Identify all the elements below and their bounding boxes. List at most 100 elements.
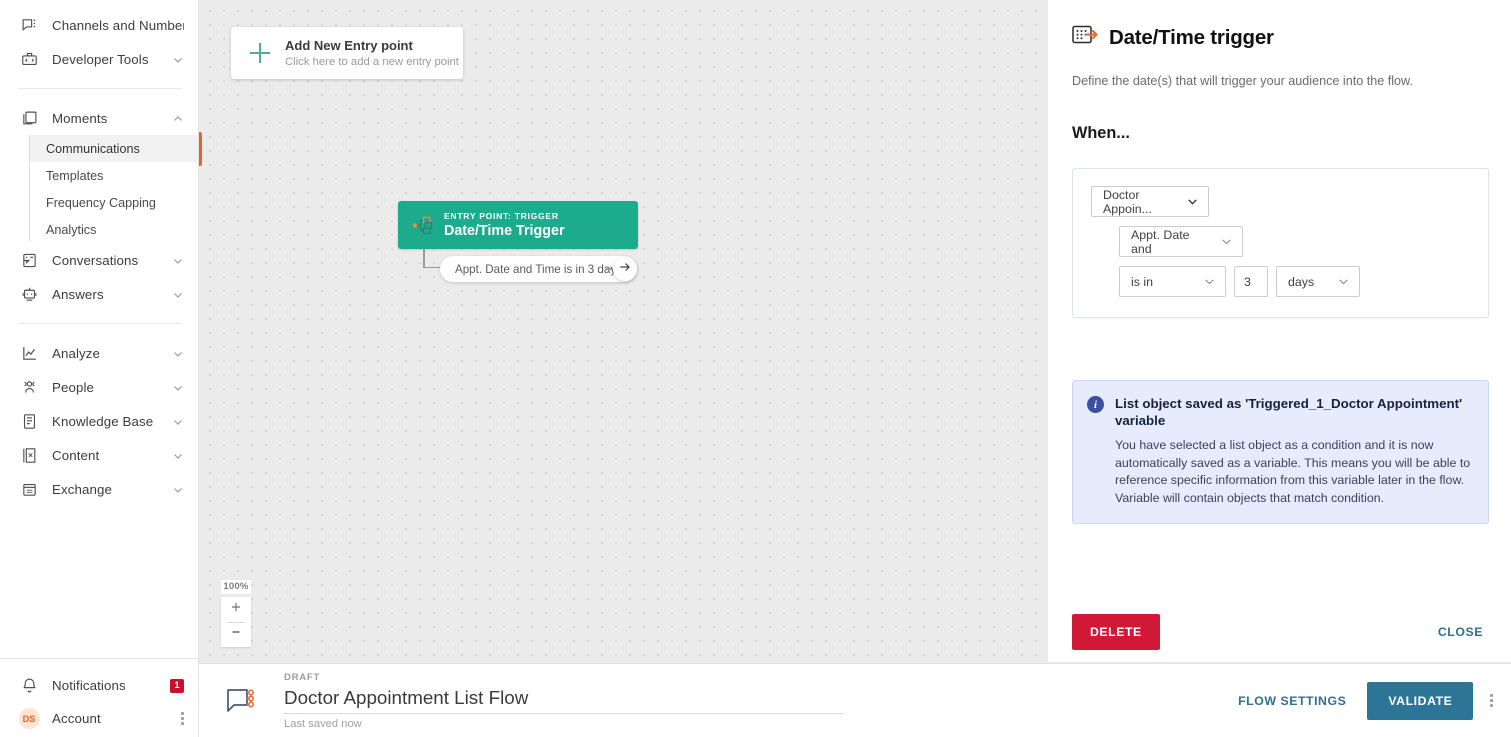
zoom-level-label: 100% — [221, 580, 251, 594]
moments-icon — [18, 107, 40, 129]
object-select-value: Doctor Appoin... — [1103, 187, 1152, 216]
object-select[interactable]: Doctor Appoin... — [1091, 186, 1209, 217]
sidebar: Channels and Numbers Developer Tools Mom… — [0, 0, 199, 737]
sidebar-item-developer-tools[interactable]: Developer Tools — [0, 42, 198, 76]
condition-pill-connector — [606, 268, 613, 270]
app-root: Channels and Numbers Developer Tools Mom… — [0, 0, 1511, 737]
code-toolbox-icon — [18, 48, 40, 70]
trigger-flow-icon — [410, 212, 436, 238]
arrow-right-icon — [618, 260, 632, 279]
answers-bot-icon — [18, 283, 40, 305]
condition-pill-label: Appt. Date and Time is in 3 days — [455, 262, 622, 276]
sidebar-item-label: People — [52, 379, 95, 395]
canvas-drag-marker[interactable] — [199, 132, 202, 166]
sidebar-item-channels-and-numbers[interactable]: Channels and Numbers — [0, 8, 198, 42]
info-icon: i — [1087, 396, 1104, 413]
sidebar-divider-1 — [18, 88, 182, 89]
sidebar-submenu-moments: Communications Templates Frequency Cappi… — [0, 135, 198, 243]
delete-button[interactable]: DELETE — [1072, 613, 1160, 650]
conversations-icon — [18, 249, 40, 271]
chevron-down-icon — [172, 449, 184, 461]
condition-builder: Doctor Appoin... Appt. Date and is in 3 … — [1072, 168, 1489, 318]
entry-point-trigger-node[interactable]: ENTRY POINT: TRIGGER Date/Time Trigger — [398, 201, 638, 249]
operator-select[interactable]: is in — [1119, 266, 1226, 297]
avatar: DS — [18, 708, 40, 730]
amount-input-value: 3 — [1244, 274, 1251, 289]
chevron-down-icon — [172, 53, 184, 65]
sidebar-item-moments[interactable]: Moments — [0, 101, 198, 135]
plus-icon — [248, 41, 272, 65]
flow-saved-label: Last saved now — [284, 717, 362, 730]
flow-status-label: DRAFT — [284, 671, 321, 683]
sidebar-item-label: Developer Tools — [52, 51, 149, 67]
sidebar-item-conversations[interactable]: Conversations — [0, 243, 198, 277]
add-entry-title: Add New Entry point — [285, 37, 413, 53]
panel-header: Date/Time trigger — [1072, 22, 1489, 53]
minus-icon — [229, 625, 243, 644]
trigger-node-title: Date/Time Trigger — [444, 222, 565, 239]
attribute-select[interactable]: Appt. Date and — [1119, 226, 1243, 257]
close-button[interactable]: CLOSE — [1432, 617, 1489, 647]
sidebar-item-analytics[interactable]: Analytics — [30, 216, 198, 243]
panel-title: Date/Time trigger — [1109, 25, 1274, 49]
sidebar-item-label: Content — [52, 447, 100, 463]
content-icon — [18, 444, 40, 466]
zoom-in-button[interactable] — [221, 597, 251, 622]
sidebar-item-exchange[interactable]: Exchange — [0, 472, 198, 506]
chevron-down-icon — [1203, 275, 1216, 288]
add-new-entry-point-card[interactable]: Add New Entry point Click here to add a … — [231, 27, 463, 79]
sidebar-nav-scroll: Channels and Numbers Developer Tools Mom… — [0, 0, 198, 658]
kebab-menu-icon[interactable] — [1490, 694, 1493, 707]
kebab-menu-icon[interactable] — [181, 712, 184, 725]
sidebar-subitem-label: Templates — [46, 168, 104, 183]
when-section-label: When... — [1072, 124, 1130, 142]
avatar-initials: DS — [18, 708, 40, 729]
sidebar-item-frequency-capping[interactable]: Frequency Capping — [30, 189, 198, 216]
flow-node-icon — [219, 680, 261, 722]
sidebar-item-label: Notifications — [52, 678, 126, 693]
chevron-down-icon — [1186, 195, 1199, 208]
flow-meta: DRAFT Doctor Appointment List Flow Last … — [284, 672, 844, 730]
sidebar-item-notifications[interactable]: Notifications 1 — [0, 669, 198, 702]
attribute-select-row: Appt. Date and — [1119, 226, 1472, 257]
flow-canvas[interactable]: Add New Entry point Click here to add a … — [199, 0, 1048, 663]
unit-select-value: days — [1288, 274, 1315, 289]
sidebar-item-content[interactable]: Content — [0, 438, 198, 472]
people-icon — [18, 376, 40, 398]
sidebar-item-people[interactable]: People — [0, 370, 198, 404]
sidebar-item-label: Analyze — [52, 345, 101, 361]
sidebar-item-communications[interactable]: Communications — [30, 135, 198, 162]
panel-footer: DELETE CLOSE — [1048, 601, 1511, 663]
notifications-badge: 1 — [170, 678, 184, 693]
chevron-up-icon — [172, 112, 184, 124]
chevron-down-icon — [172, 415, 184, 427]
chat-dots-icon — [18, 14, 40, 36]
validate-button[interactable]: VALIDATE — [1367, 681, 1474, 720]
knowledge-base-icon — [18, 410, 40, 432]
panel-description: Define the date(s) that will trigger you… — [1072, 74, 1413, 88]
sidebar-item-analyze[interactable]: Analyze — [0, 336, 198, 370]
amount-input[interactable]: 3 — [1234, 266, 1268, 297]
flow-name-input[interactable]: Doctor Appointment List Flow — [284, 685, 844, 714]
flow-settings-button[interactable]: FLOW SETTINGS — [1234, 686, 1350, 716]
info-text: You have selected a list object as a con… — [1115, 438, 1471, 505]
zoom-out-button[interactable] — [221, 622, 251, 647]
chevron-down-icon — [172, 483, 184, 495]
chevron-down-icon — [1337, 275, 1350, 288]
info-title: List object saved as 'Triggered_1_Doctor… — [1115, 396, 1463, 428]
sidebar-item-templates[interactable]: Templates — [30, 162, 198, 189]
sidebar-item-label: Exchange — [52, 481, 112, 497]
unit-select[interactable]: days — [1276, 266, 1360, 297]
operator-row: is in 3 days — [1119, 266, 1472, 297]
sidebar-item-label: Answers — [52, 286, 104, 302]
analyze-chart-icon — [18, 342, 40, 364]
sidebar-item-knowledge-base[interactable]: Knowledge Base — [0, 404, 198, 438]
add-next-step-button[interactable] — [613, 257, 637, 281]
plus-icon — [229, 600, 243, 619]
sidebar-item-answers[interactable]: Answers — [0, 277, 198, 311]
chevron-down-icon — [1220, 235, 1233, 248]
chevron-down-icon — [172, 381, 184, 393]
operator-select-value: is in — [1131, 274, 1154, 289]
sidebar-item-account[interactable]: DS Account — [0, 702, 198, 735]
bottom-bar-actions: FLOW SETTINGS VALIDATE — [1234, 681, 1493, 720]
